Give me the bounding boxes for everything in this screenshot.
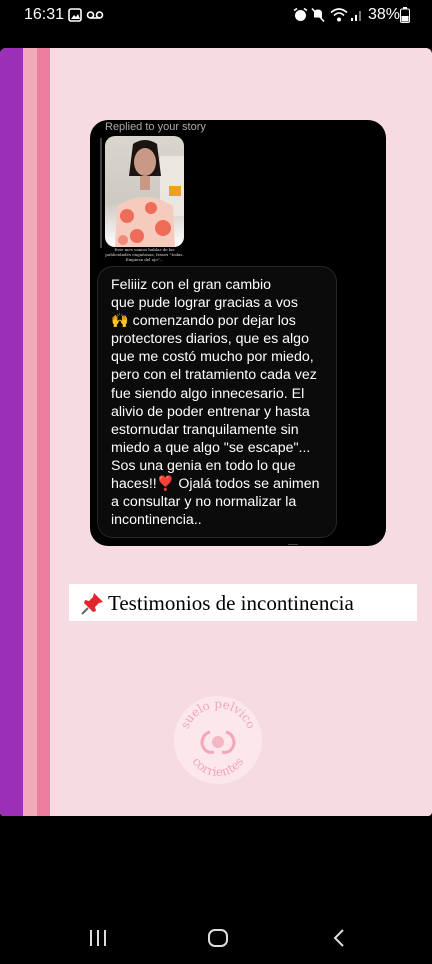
battery-icon	[400, 7, 410, 23]
message-bubble: Feliiiz con el gran cambio que pude logr…	[97, 266, 337, 538]
navigation-bar	[0, 908, 432, 964]
reply-label: Replied to your story	[105, 121, 206, 133]
wifi-icon	[330, 8, 348, 22]
brand-logo: suelo pelvico corrientes	[174, 696, 262, 784]
stripe-purple	[0, 48, 23, 816]
alarm-icon	[293, 7, 308, 21]
story-card[interactable]: Replied to your story Este mes vamos hab…	[0, 48, 432, 816]
status-bar: 16:31 38%	[0, 0, 432, 30]
dm-screenshot: Replied to your story Este mes vamos hab…	[90, 120, 386, 546]
status-time: 16:31	[24, 6, 65, 23]
story-title: Testimonios de incontinencia	[108, 591, 354, 615]
battery-percent: 38%	[368, 6, 401, 23]
mute-icon	[311, 7, 325, 23]
stripe-light-pink	[23, 48, 37, 816]
story-thumbnail	[105, 136, 184, 247]
voicemail-icon	[86, 11, 104, 19]
recent-apps-icon[interactable]	[88, 928, 108, 948]
back-icon[interactable]	[332, 928, 346, 948]
signal-icon	[351, 11, 361, 21]
image-icon	[68, 8, 82, 22]
bubble-divider	[288, 540, 298, 545]
title-sticker: Testimonios de incontinencia	[69, 584, 417, 621]
home-icon[interactable]	[207, 928, 229, 948]
pushpin-icon	[81, 593, 103, 615]
message-text: Feliiiz con el gran cambio que pude logr…	[111, 277, 320, 529]
stripe-pink	[37, 48, 50, 816]
reply-indicator	[100, 138, 102, 248]
thumbnail-caption: Este mes vamos hablar de las publicidade…	[105, 247, 184, 262]
